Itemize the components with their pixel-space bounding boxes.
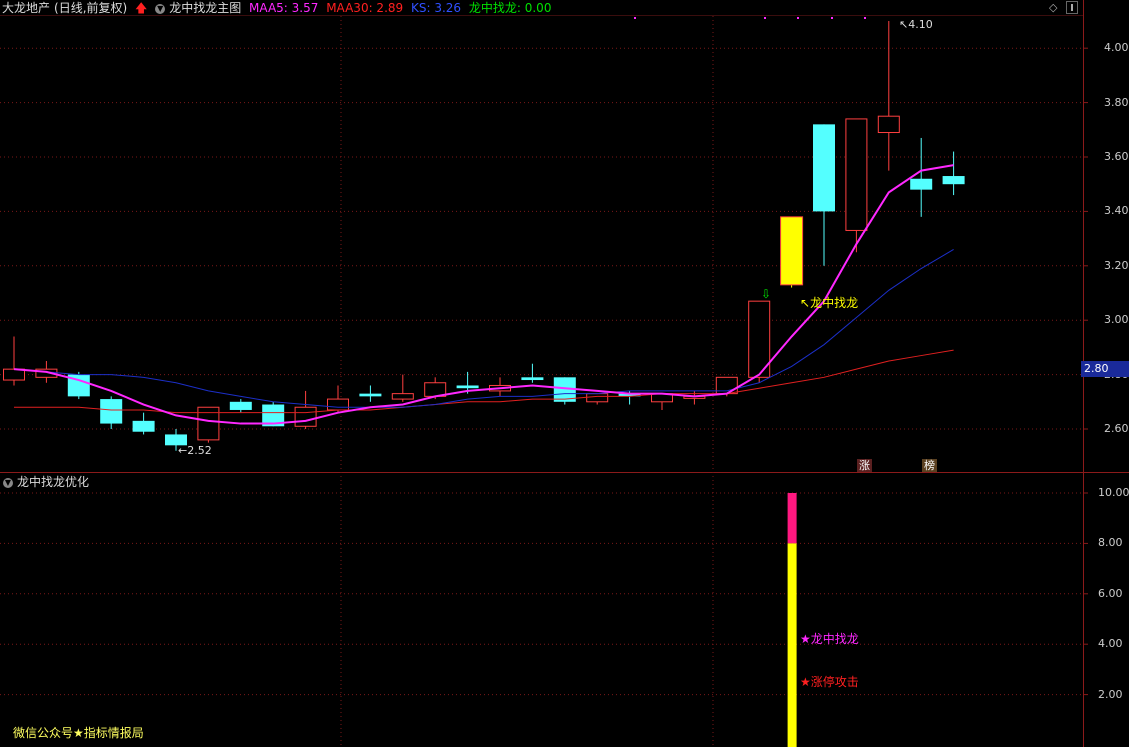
candle-body bbox=[294, 406, 317, 427]
sub-y-tick-label: 2.00 bbox=[1098, 687, 1123, 701]
y-tick-label: 3.20 bbox=[1104, 258, 1129, 272]
top-marker-dot bbox=[831, 17, 833, 19]
low-annotation: ←2.52 bbox=[178, 444, 212, 457]
y-tick-label: 3.00 bbox=[1104, 313, 1129, 327]
high-annotation: ↖4.10 bbox=[899, 18, 933, 31]
candle-body bbox=[845, 118, 868, 231]
candle-body bbox=[327, 398, 349, 411]
chart-canvas[interactable] bbox=[0, 0, 1129, 747]
candle-body bbox=[521, 377, 544, 381]
sub-y-tick-label: 10.00 bbox=[1098, 486, 1129, 499]
sub-bar-yellow bbox=[787, 543, 797, 747]
candle-body bbox=[391, 393, 414, 400]
candle-body bbox=[456, 385, 479, 389]
sub-y-tick-label: 8.00 bbox=[1098, 536, 1123, 550]
candle-body bbox=[197, 406, 220, 441]
high-annotation-value: 4.10 bbox=[908, 18, 933, 31]
y-tick-label: 3.40 bbox=[1104, 204, 1129, 218]
signal-arrow-icon: ⇩ bbox=[761, 287, 772, 301]
ks-line bbox=[13, 249, 954, 408]
sub-label-limit-up: ★涨停攻击 bbox=[800, 675, 859, 689]
badge-zhang: 涨 bbox=[857, 459, 872, 472]
candle-body bbox=[780, 216, 804, 286]
candle-body bbox=[3, 368, 25, 381]
signal-annotation-text: 龙中找龙 bbox=[810, 296, 859, 310]
candle-body bbox=[132, 420, 155, 432]
maa30-line bbox=[14, 349, 954, 414]
y-tick-label: 2.60 bbox=[1104, 422, 1129, 435]
candle-body bbox=[877, 115, 900, 134]
top-marker-dot bbox=[634, 17, 636, 19]
sub-y-tick-label: 4.00 bbox=[1098, 637, 1123, 651]
sub-y-tick-label: 6.00 bbox=[1098, 586, 1123, 600]
y-tick-label: 4.00 bbox=[1104, 41, 1129, 55]
candle-body bbox=[910, 178, 933, 190]
sub-label-signal: ★龙中找龙 bbox=[800, 632, 859, 646]
current-price-tag: 2.80 bbox=[1081, 361, 1129, 377]
candle-body bbox=[229, 401, 252, 410]
candle-body bbox=[813, 124, 835, 212]
signal-annotation: ↖龙中找龙 bbox=[800, 296, 859, 310]
top-marker-dot bbox=[797, 17, 799, 19]
top-marker-dot bbox=[764, 17, 766, 19]
candle-body bbox=[359, 393, 382, 397]
top-marker-dot bbox=[864, 17, 866, 19]
watermark: 微信公众号★指标情报局 bbox=[13, 726, 144, 740]
sub-bar-top bbox=[787, 493, 797, 544]
y-tick-label: 3.80 bbox=[1104, 95, 1129, 109]
low-annotation-value: 2.52 bbox=[187, 444, 212, 457]
candle-body bbox=[942, 176, 965, 185]
badge-bang: 榜 bbox=[922, 459, 937, 472]
candle-body bbox=[586, 393, 609, 403]
y-tick-label: 3.60 bbox=[1104, 150, 1129, 163]
candle-body bbox=[100, 399, 123, 424]
